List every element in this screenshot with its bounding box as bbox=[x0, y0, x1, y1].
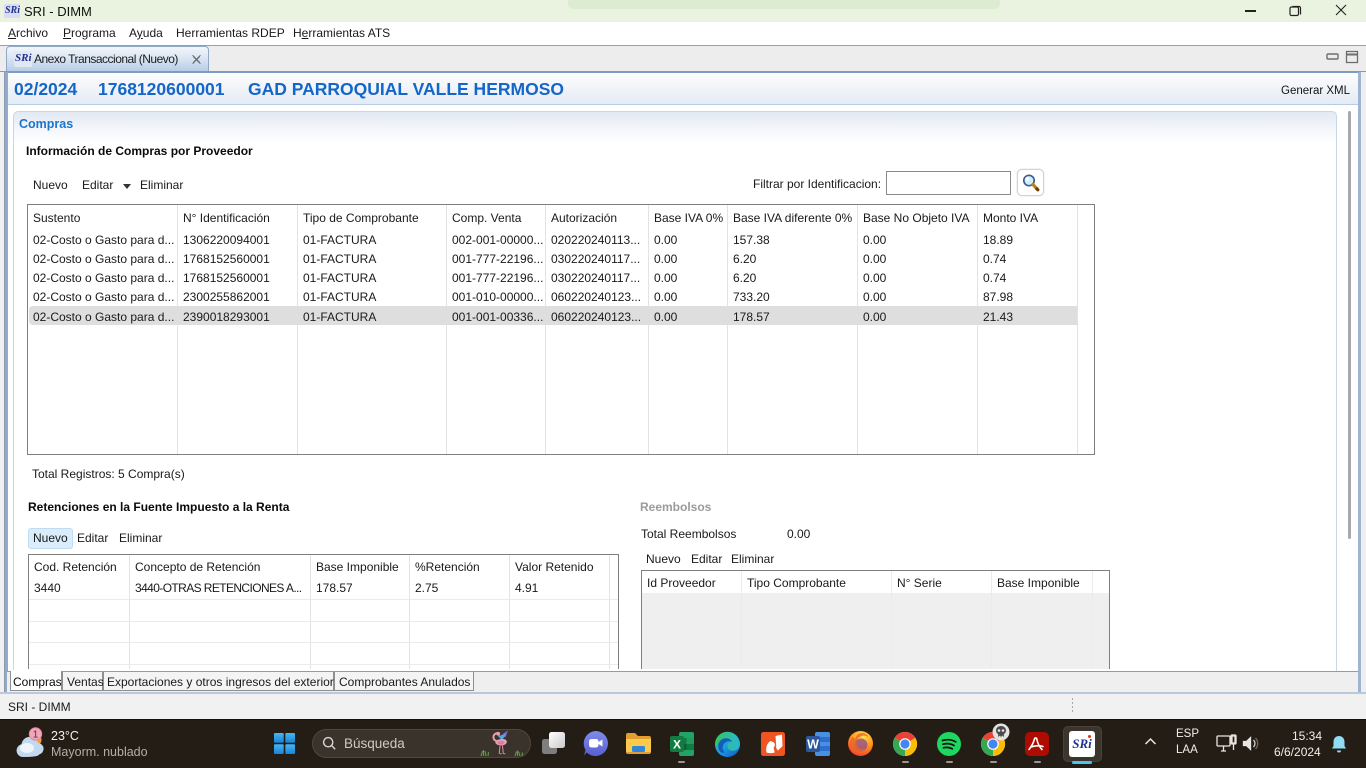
svg-text:W: W bbox=[807, 738, 819, 752]
svg-text:X: X bbox=[673, 738, 681, 752]
svg-text:1: 1 bbox=[33, 730, 39, 741]
